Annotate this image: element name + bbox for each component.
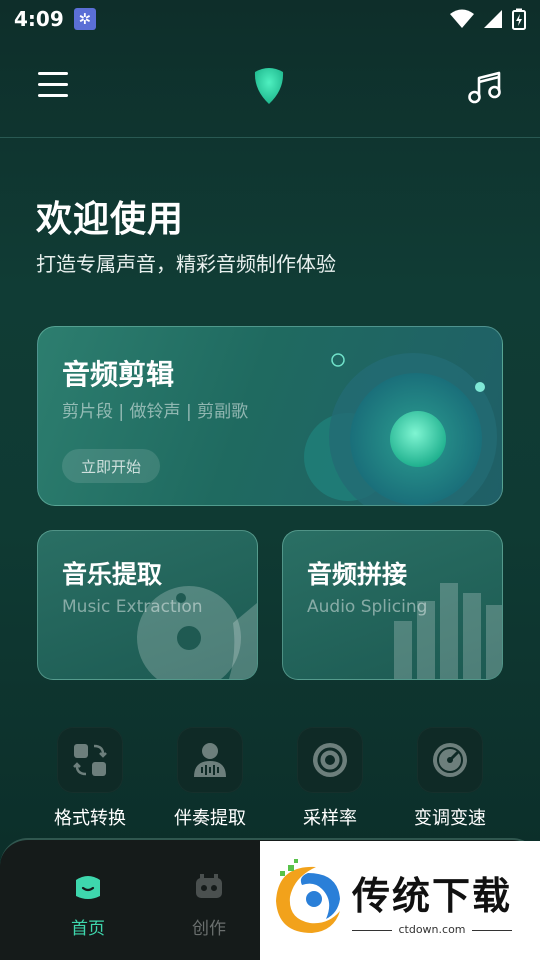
hamburger-menu-icon[interactable] [38,72,68,102]
audio-splicing-card[interactable]: 音频拼接 Audio Splicing [282,530,503,680]
audio-edit-card[interactable]: 音频剪辑 剪片段 | 做铃声 | 剪副歌 立即开始 [37,326,503,506]
bar-chart-decoration-icon [394,583,502,679]
tool-sample-rate-label: 采样率 [303,808,357,829]
status-time: 4:09 [14,7,64,31]
sample-rate-icon [313,743,347,777]
disc-decoration-icon [137,586,257,679]
wifi-icon [450,9,474,28]
tool-accompaniment-extract-box [177,727,243,793]
robot-icon [196,874,222,898]
speaker-decoration-icon [304,353,497,505]
tool-format-convert[interactable]: 格式转换 [35,727,145,830]
nav-home-label: 首页 [71,919,105,939]
music-extraction-card[interactable]: 音乐提取 Music Extraction [37,530,258,680]
nav-create-label: 创作 [192,919,226,939]
welcome-title: 欢迎使用 [36,199,185,240]
tool-accompaniment-extract-label: 伴奏提取 [174,808,246,829]
tool-sample-rate-box [297,727,363,793]
watermark-swirl-icon [276,859,340,933]
home-icon [76,876,100,899]
tool-pitch-speed[interactable]: 变调变速 [395,727,505,830]
music-note-icon[interactable] [466,68,504,106]
tool-format-convert-label: 格式转换 [54,808,126,829]
accompaniment-extract-icon [194,743,226,777]
watermark-line-right [472,930,512,931]
status-bar: 4:09 ✲ [0,0,540,38]
cellular-signal-icon [484,10,502,28]
tool-pitch-speed-label: 变调变速 [414,808,486,829]
pinwheel-notification-icon: ✲ [73,8,96,30]
battery-charging-icon [512,8,526,30]
tool-format-convert-box [57,727,123,793]
audio-edit-title: 音频剪辑 [62,358,175,391]
app-header [0,38,540,138]
format-convert-icon [73,744,107,776]
status-icons [450,8,526,30]
tool-pitch-speed-box [417,727,483,793]
watermark-text: 传统下载 [352,874,513,918]
pitch-speed-icon [433,743,467,777]
tool-sample-rate[interactable]: 采样率 [275,727,385,830]
welcome-subtitle: 打造专属声音，精彩音频制作体验 [36,252,336,276]
watermark-logo: 传统下载 ctdown.com [260,841,540,960]
nav-item-create[interactable]: 创作 [169,870,249,939]
audio-edit-subtitle: 剪片段 | 做铃声 | 剪副歌 [62,402,249,422]
app-logo-icon [254,68,284,104]
start-now-button[interactable]: 立即开始 [62,449,160,483]
nav-item-home[interactable]: 首页 [48,870,128,939]
tool-accompaniment-extract[interactable]: 伴奏提取 [155,727,265,830]
